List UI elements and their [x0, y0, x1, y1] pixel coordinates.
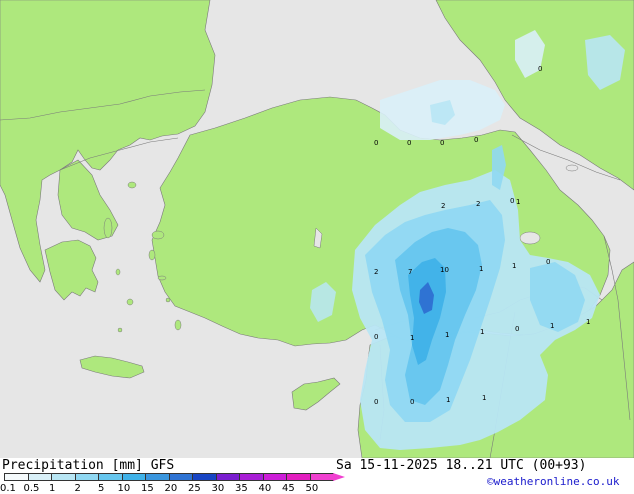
colorbar-swatch [98, 473, 123, 481]
island-santorini [117, 327, 123, 333]
colorbar-swatch [4, 473, 29, 481]
value-label: 0 [374, 398, 378, 406]
precipitation-map: 0 0 0 0 0 0 2 2 0 2 7 10 1 1 0 1 1 0 1 1… [0, 0, 634, 458]
colorbar-arrow [333, 473, 345, 481]
island-lesbos [151, 230, 165, 240]
colorbar-tick-label: 15 [141, 483, 154, 494]
colorbar-swatch [239, 473, 264, 481]
value-label: 0 [538, 65, 542, 73]
colorbar-swatch [215, 473, 240, 481]
value-label: 1 [550, 322, 554, 330]
island-samos [157, 275, 167, 281]
value-label: 0 [515, 325, 519, 333]
colorbar-tick-label: 30 [211, 483, 225, 494]
island-rhodes [174, 319, 182, 331]
colorbar-swatch [121, 473, 146, 481]
value-label: 1 [410, 334, 414, 342]
colorbar-tick-label: 25 [188, 483, 201, 494]
island-kos [165, 297, 171, 303]
island-chios [148, 249, 156, 261]
colorbar-swatch [74, 473, 99, 481]
lake-sevan [565, 164, 579, 172]
value-label: 0 [510, 197, 514, 205]
island-andros [115, 268, 121, 276]
value-label: 0 [374, 139, 378, 147]
island-naxos [126, 298, 134, 306]
footer-bar: Precipitation [mm] GFS Sa 15-11-2025 18.… [0, 458, 634, 494]
value-label: 1 [480, 328, 484, 336]
value-label: 1 [512, 262, 516, 270]
legend-title: Precipitation [mm] GFS [2, 458, 175, 473]
colorbar-swatch [145, 473, 170, 481]
value-label: 1 [445, 331, 449, 339]
value-label: 10 [440, 266, 449, 274]
colorbar-tick-label: 5 [98, 483, 105, 494]
colorbar-tick-label: 1 [49, 483, 56, 494]
colorbar-swatch [286, 473, 311, 481]
value-label: 1 [516, 198, 520, 206]
colorbar-swatch [51, 473, 76, 481]
value-label: 0 [546, 258, 550, 266]
colorbar-swatch [262, 473, 287, 481]
value-label: 2 [374, 268, 378, 276]
island-lemnos [127, 181, 137, 189]
value-label: 1 [482, 394, 486, 402]
lake-van [519, 231, 541, 245]
run-info: Sa 15-11-2025 18..21 UTC (00+93) [336, 458, 587, 473]
value-label: 2 [476, 200, 480, 208]
value-label: 0 [374, 333, 378, 341]
colorbar-tick-label: 10 [117, 483, 131, 494]
value-label: 0 [440, 139, 444, 147]
value-label: 0 [410, 398, 414, 406]
value-label: 1 [586, 318, 590, 326]
colorbar-swatch [27, 473, 52, 481]
value-label: 1 [479, 265, 483, 273]
value-label: 7 [408, 268, 412, 276]
colorbar-tick-label: 0.1 [0, 483, 16, 494]
island-euboea [103, 217, 113, 239]
value-label: 0 [474, 136, 478, 144]
value-label: 0 [407, 139, 411, 147]
colorbar-swatch [309, 473, 334, 481]
value-label: 2 [441, 202, 445, 210]
colorbar-tick-label: 45 [282, 483, 295, 494]
colorbar-swatch [168, 473, 193, 481]
colorbar-tick-label: 35 [235, 483, 248, 494]
colorbar-tick-label: 40 [258, 483, 272, 494]
colorbar-tick-label: 0.5 [23, 483, 40, 494]
weather-map-page: 0 0 0 0 0 0 2 2 0 2 7 10 1 1 0 1 1 0 1 1… [0, 0, 634, 494]
value-label: 1 [446, 396, 450, 404]
colorbar-tick-label: 20 [164, 483, 178, 494]
colorbar-tick-label: 2 [74, 483, 81, 494]
credit-link[interactable]: ©weatheronline.co.uk [487, 476, 619, 487]
colorbar-swatch [192, 473, 217, 481]
colorbar-tick-label: 50 [305, 483, 319, 494]
